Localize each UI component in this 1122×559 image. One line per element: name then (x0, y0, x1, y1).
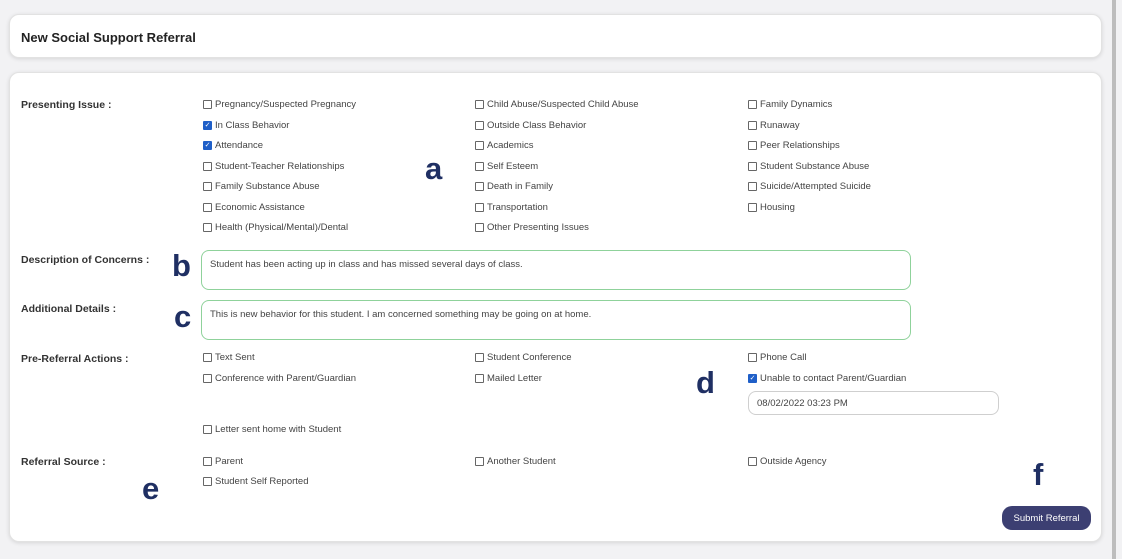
presenting-issue-checkbox[interactable]: Housing (748, 202, 795, 213)
pre-referral-checkbox[interactable]: Letter sent home with Student (203, 424, 341, 435)
presenting-issue-label: Presenting Issue : (21, 99, 112, 111)
callout-e: e (142, 471, 160, 506)
presenting-issue-checkbox[interactable]: Peer Relationships (748, 140, 840, 151)
additional-details-label: Additional Details : (21, 303, 117, 315)
checkbox-icon[interactable] (748, 121, 757, 130)
checkbox-icon[interactable] (475, 182, 484, 191)
checkbox-icon[interactable] (203, 374, 212, 383)
presenting-issue-checkbox[interactable]: Health (Physical/Mental)/Dental (203, 222, 348, 233)
contact-attempt-date-field[interactable]: 08/02/2022 03:23 PM (748, 391, 999, 415)
checkbox-icon[interactable] (203, 100, 212, 109)
submit-referral-button[interactable]: Submit Referral (1002, 506, 1091, 530)
checkbox-icon[interactable] (475, 141, 484, 150)
referral-source-checkbox[interactable]: Parent (203, 456, 243, 467)
callout-b: b (172, 248, 191, 283)
window-edge (1112, 0, 1116, 559)
checkbox-icon[interactable] (203, 162, 212, 171)
presenting-issue-checkbox[interactable]: In Class Behavior (203, 120, 289, 131)
presenting-issue-checkbox[interactable]: Student-Teacher Relationships (203, 161, 344, 172)
checkbox-icon[interactable] (203, 203, 212, 212)
pre-referral-checkbox[interactable]: Conference with Parent/Guardian (203, 373, 356, 384)
checkbox-icon[interactable] (748, 162, 757, 171)
referral-source-label: Referral Source : (21, 456, 106, 468)
checkbox-icon[interactable] (475, 457, 484, 466)
checkbox-icon[interactable] (475, 353, 484, 362)
presenting-issue-checkbox[interactable]: Suicide/Attempted Suicide (748, 181, 871, 192)
checkbox-icon[interactable] (748, 100, 757, 109)
callout-c: c (174, 299, 192, 334)
checkbox-icon[interactable] (748, 457, 757, 466)
referral-source-checkbox[interactable]: Another Student (475, 456, 556, 467)
checkbox-icon[interactable] (203, 223, 212, 232)
checkbox-icon[interactable] (203, 182, 212, 191)
referral-source-checkbox[interactable]: Outside Agency (748, 456, 827, 467)
pre-referral-checkbox[interactable]: Phone Call (748, 352, 806, 363)
presenting-issue-checkbox[interactable]: Transportation (475, 202, 548, 213)
checkbox-icon[interactable] (748, 182, 757, 191)
pre-referral-checkbox[interactable]: Mailed Letter (475, 373, 542, 384)
presenting-issue-checkbox[interactable]: Family Dynamics (748, 99, 832, 110)
presenting-issue-checkbox[interactable]: Pregnancy/Suspected Pregnancy (203, 99, 356, 110)
callout-f: f (1033, 457, 1044, 492)
presenting-issue-checkbox[interactable]: Other Presenting Issues (475, 222, 589, 233)
presenting-issue-checkbox[interactable]: Child Abuse/Suspected Child Abuse (475, 99, 639, 110)
presenting-issue-checkbox[interactable]: Attendance (203, 140, 263, 151)
checkbox-icon[interactable] (748, 353, 757, 362)
checkbox-icon[interactable] (203, 477, 212, 486)
page-title: New Social Support Referral (21, 30, 196, 45)
presenting-issue-checkbox[interactable]: Outside Class Behavior (475, 120, 586, 131)
checkbox-icon[interactable] (203, 353, 212, 362)
checkbox-icon[interactable] (475, 121, 484, 130)
pre-referral-checkbox[interactable]: Unable to contact Parent/Guardian (748, 373, 906, 384)
presenting-issue-checkbox[interactable]: Self Esteem (475, 161, 538, 172)
checkbox-checked-icon[interactable] (203, 141, 212, 150)
referral-form: Presenting Issue : Pregnancy/Suspected P… (9, 72, 1102, 542)
pre-referral-checkbox[interactable]: Student Conference (475, 352, 572, 363)
presenting-issue-checkbox[interactable]: Death in Family (475, 181, 553, 192)
referral-source-checkbox[interactable]: Student Self Reported (203, 476, 308, 487)
presenting-issue-checkbox[interactable]: Economic Assistance (203, 202, 305, 213)
presenting-issue-checkbox[interactable]: Student Substance Abuse (748, 161, 869, 172)
presenting-issue-checkbox[interactable]: Runaway (748, 120, 800, 131)
checkbox-icon[interactable] (475, 162, 484, 171)
checkbox-icon[interactable] (475, 374, 484, 383)
presenting-issue-checkbox[interactable]: Family Substance Abuse (203, 181, 320, 192)
checkbox-icon[interactable] (748, 203, 757, 212)
checkbox-checked-icon[interactable] (748, 374, 757, 383)
pre-referral-checkbox[interactable]: Text Sent (203, 352, 255, 363)
checkbox-icon[interactable] (203, 457, 212, 466)
callout-d: d (696, 365, 715, 400)
additional-details-textarea[interactable]: This is new behavior for this student. I… (201, 300, 911, 340)
callout-a: a (425, 151, 443, 186)
checkbox-icon[interactable] (475, 100, 484, 109)
header-card: New Social Support Referral (9, 14, 1102, 58)
presenting-issue-checkbox[interactable]: Academics (475, 140, 533, 151)
description-label: Description of Concerns : (21, 254, 150, 266)
checkbox-icon[interactable] (748, 141, 757, 150)
checkbox-icon[interactable] (203, 425, 212, 434)
pre-referral-label: Pre-Referral Actions : (21, 353, 129, 365)
description-textarea[interactable]: Student has been acting up in class and … (201, 250, 911, 290)
checkbox-icon[interactable] (475, 203, 484, 212)
checkbox-icon[interactable] (475, 223, 484, 232)
checkbox-checked-icon[interactable] (203, 121, 212, 130)
